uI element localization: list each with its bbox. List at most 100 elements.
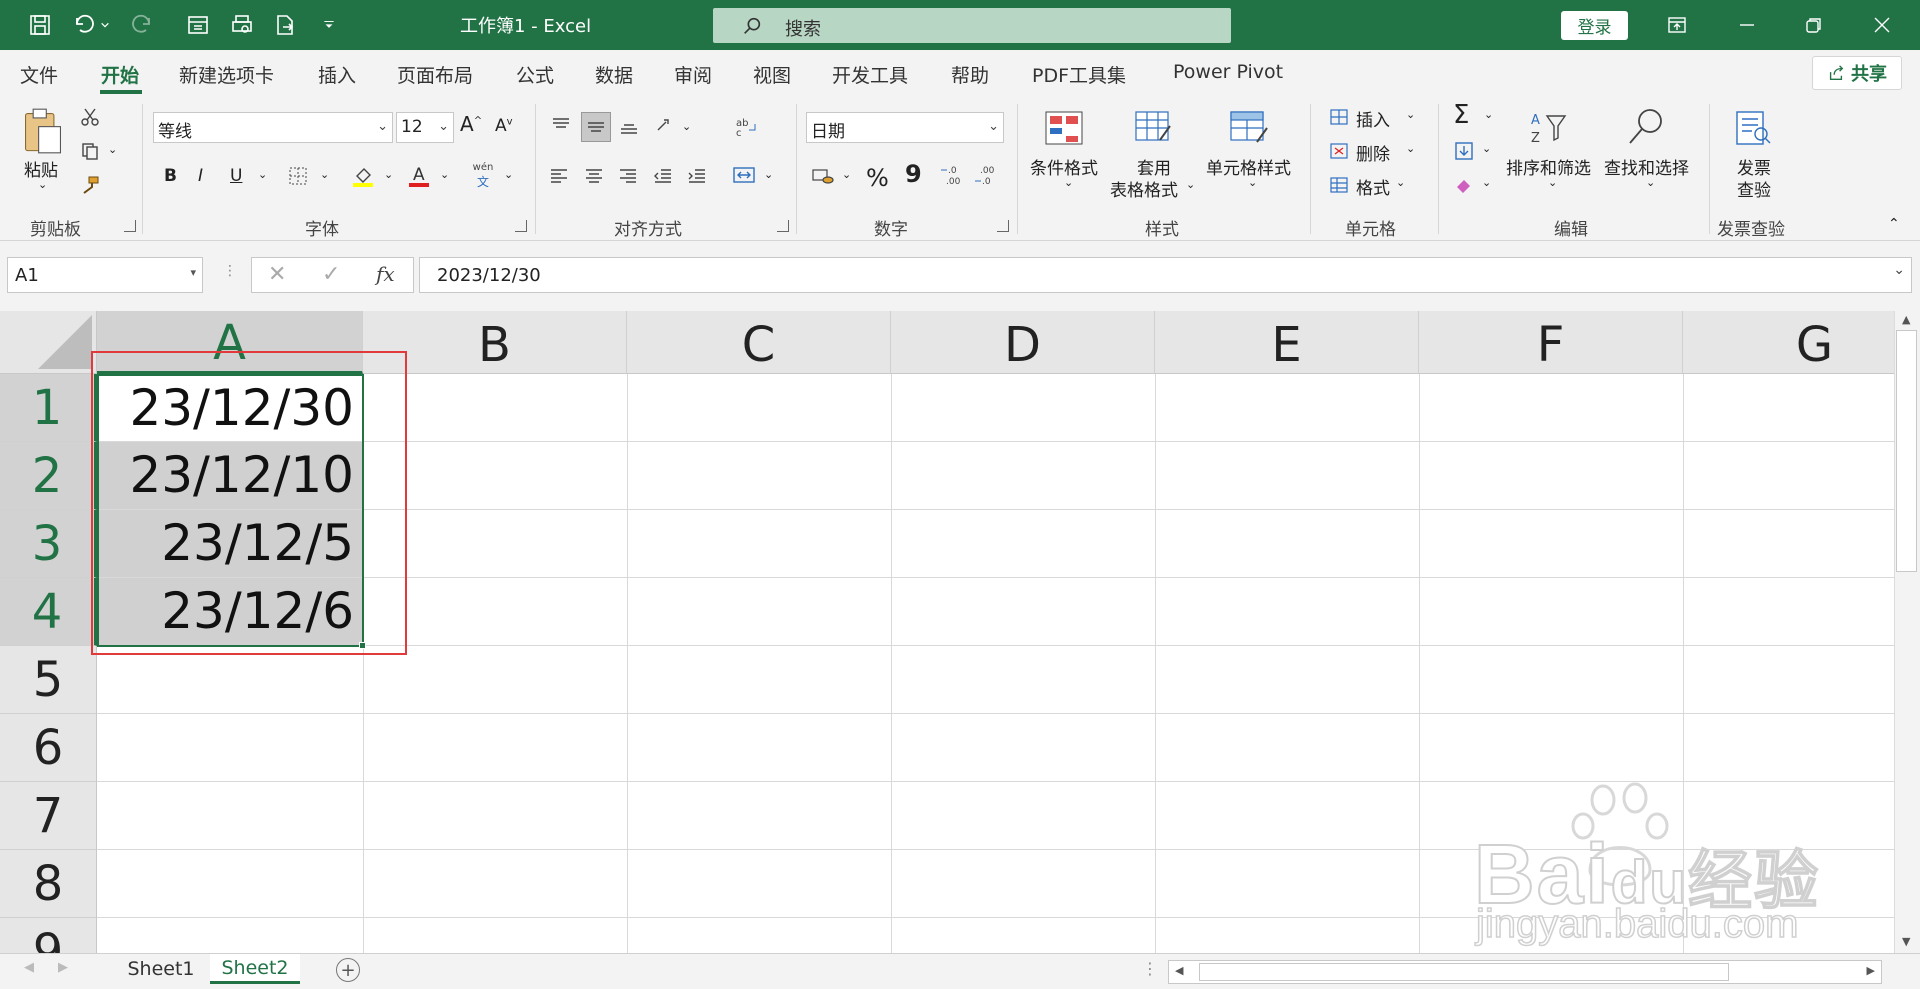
cancel-entry-icon[interactable]: ✕ xyxy=(268,262,286,287)
cell-styles-icon[interactable] xyxy=(1225,106,1273,150)
login-button[interactable]: 登录 xyxy=(1561,11,1628,40)
borders-dropdown-icon[interactable]: ⌄ xyxy=(320,168,329,181)
search-box[interactable]: 搜索 xyxy=(713,8,1231,43)
cut-icon[interactable] xyxy=(78,104,102,130)
sort-filter-icon[interactable]: AZ xyxy=(1525,106,1573,150)
tab-data[interactable]: 数据 xyxy=(595,61,633,88)
fill-dropdown-icon[interactable]: ⌄ xyxy=(1482,142,1491,155)
table-format-dropdown-icon[interactable]: ⌄ xyxy=(1186,178,1195,191)
undo-dropdown-icon[interactable] xyxy=(98,11,112,39)
tab-new-tab[interactable]: 新建选项卡 xyxy=(179,61,274,88)
clear-dropdown-icon[interactable]: ⌄ xyxy=(1482,176,1491,189)
cell-styles-dropdown-icon[interactable]: ⌄ xyxy=(1248,176,1257,189)
tab-file[interactable]: 文件 xyxy=(20,61,58,88)
accounting-format-icon[interactable] xyxy=(808,162,838,190)
conditional-dropdown-icon[interactable]: ⌄ xyxy=(1064,176,1073,189)
insert-cells-label[interactable]: 插入 xyxy=(1356,106,1390,131)
customize-qat-icon[interactable] xyxy=(315,11,343,39)
minimize-icon[interactable] xyxy=(1727,8,1767,42)
increase-font-icon[interactable]: A^ xyxy=(460,112,482,136)
row-header-8[interactable]: 8 xyxy=(0,850,97,918)
find-dropdown-icon[interactable]: ⌄ xyxy=(1646,176,1655,189)
wrap-text-icon[interactable]: ab c xyxy=(731,112,761,142)
format-as-table-icon[interactable] xyxy=(1130,106,1178,150)
tab-help[interactable]: 帮助 xyxy=(951,61,989,88)
delete-cells-icon[interactable] xyxy=(1327,140,1351,162)
align-bottom-icon[interactable] xyxy=(616,112,642,140)
tab-insert[interactable]: 插入 xyxy=(318,61,356,88)
font-color-dropdown-icon[interactable]: ⌄ xyxy=(440,168,449,181)
increase-indent-icon[interactable] xyxy=(683,162,711,190)
delete-cells-label[interactable]: 删除 xyxy=(1356,140,1390,165)
tab-split-grip-icon[interactable]: ⋮ xyxy=(1142,959,1158,978)
find-select-icon[interactable] xyxy=(1622,104,1670,150)
tab-pdf-tools[interactable]: PDF工具集 xyxy=(1032,61,1126,88)
format-cells-icon[interactable] xyxy=(1327,174,1351,196)
row-header-3[interactable]: 3 xyxy=(0,510,97,578)
copy-icon[interactable] xyxy=(78,138,102,164)
tab-review[interactable]: 审阅 xyxy=(674,61,712,88)
align-left-icon[interactable] xyxy=(545,162,573,190)
percent-style-button[interactable]: % xyxy=(866,164,889,192)
format-as-table-label-2[interactable]: 表格格式 xyxy=(1110,176,1178,201)
italic-button[interactable]: I xyxy=(198,166,203,186)
share-button[interactable]: 共享 xyxy=(1812,56,1902,90)
invoice-check-label-2[interactable]: 查验 xyxy=(1737,176,1771,201)
clear-icon[interactable] xyxy=(1452,174,1476,196)
row-header-1[interactable]: 1 xyxy=(0,374,97,442)
column-header-f[interactable]: F xyxy=(1419,311,1683,374)
sheet-tab-sheet1[interactable]: Sheet1 xyxy=(114,954,208,984)
add-sheet-icon[interactable]: + xyxy=(336,958,360,982)
underline-dropdown-icon[interactable]: ⌄ xyxy=(258,168,267,181)
copy-dropdown-icon[interactable]: ⌄ xyxy=(108,143,117,156)
next-sheet-icon[interactable]: ▶ xyxy=(58,960,68,975)
row-header-5[interactable]: 5 xyxy=(0,646,97,714)
underline-button[interactable]: U xyxy=(230,166,242,186)
merge-dropdown-icon[interactable]: ⌄ xyxy=(764,168,773,181)
undo-icon[interactable] xyxy=(70,11,98,39)
prev-sheet-icon[interactable]: ◀ xyxy=(24,960,34,975)
row-header-2[interactable]: 2 xyxy=(0,442,97,510)
insert-cells-icon[interactable] xyxy=(1327,106,1351,128)
borders-icon[interactable] xyxy=(286,164,310,188)
close-icon[interactable] xyxy=(1862,8,1902,42)
align-top-icon[interactable] xyxy=(548,112,574,140)
font-color-icon[interactable]: A xyxy=(406,162,432,190)
number-format-combo[interactable]: 日期 ⌄ xyxy=(806,112,1004,143)
autosum-icon[interactable]: Σ xyxy=(1453,100,1469,130)
horizontal-scrollbar[interactable]: ◀ ▶ xyxy=(1168,960,1882,984)
tab-formulas[interactable]: 公式 xyxy=(516,61,554,88)
paste-dropdown-icon[interactable]: ⌄ xyxy=(38,178,47,191)
increase-decimal-icon[interactable]: .0.00 xyxy=(938,160,966,190)
autosum-dropdown-icon[interactable]: ⌄ xyxy=(1484,108,1493,121)
confirm-entry-icon[interactable]: ✓ xyxy=(322,262,340,287)
horizontal-scroll-thumb[interactable] xyxy=(1199,963,1729,981)
restore-icon[interactable] xyxy=(1794,8,1834,42)
orientation-dropdown-icon[interactable]: ⌄ xyxy=(682,120,691,133)
scroll-down-icon[interactable]: ▼ xyxy=(1902,935,1910,948)
fill-down-icon[interactable] xyxy=(1452,140,1476,162)
tab-developer[interactable]: 开发工具 xyxy=(832,61,908,88)
tab-view[interactable]: 视图 xyxy=(753,61,791,88)
decrease-indent-icon[interactable] xyxy=(649,162,677,190)
font-size-combo[interactable]: 12 ⌄ xyxy=(396,112,454,143)
format-cells-label[interactable]: 格式 xyxy=(1356,174,1390,199)
row-header-7[interactable]: 7 xyxy=(0,782,97,850)
paste-icon[interactable] xyxy=(18,104,68,158)
scroll-left-icon[interactable]: ◀ xyxy=(1175,964,1183,977)
vertical-scroll-thumb[interactable] xyxy=(1896,330,1917,572)
phonetic-icon[interactable]: wén 文 xyxy=(468,160,498,192)
formula-bar-grip-icon[interactable]: ⋮ xyxy=(223,263,237,279)
insert-dropdown-icon[interactable]: ⌄ xyxy=(1406,108,1415,121)
scroll-up-icon[interactable]: ▲ xyxy=(1902,313,1910,326)
delete-dropdown-icon[interactable]: ⌄ xyxy=(1406,142,1415,155)
sort-dropdown-icon[interactable]: ⌄ xyxy=(1548,176,1557,189)
tab-power-pivot[interactable]: Power Pivot xyxy=(1173,61,1283,83)
conditional-formatting-icon[interactable] xyxy=(1040,106,1088,150)
align-middle-icon[interactable] xyxy=(581,112,611,142)
formula-input[interactable]: 2023/12/30 ⌄ xyxy=(419,257,1912,293)
font-name-combo[interactable]: 等线 ⌄ xyxy=(153,112,393,143)
insert-function-button[interactable]: fx xyxy=(376,262,395,286)
row-header-6[interactable]: 6 xyxy=(0,714,97,782)
redo-icon[interactable] xyxy=(128,11,156,39)
